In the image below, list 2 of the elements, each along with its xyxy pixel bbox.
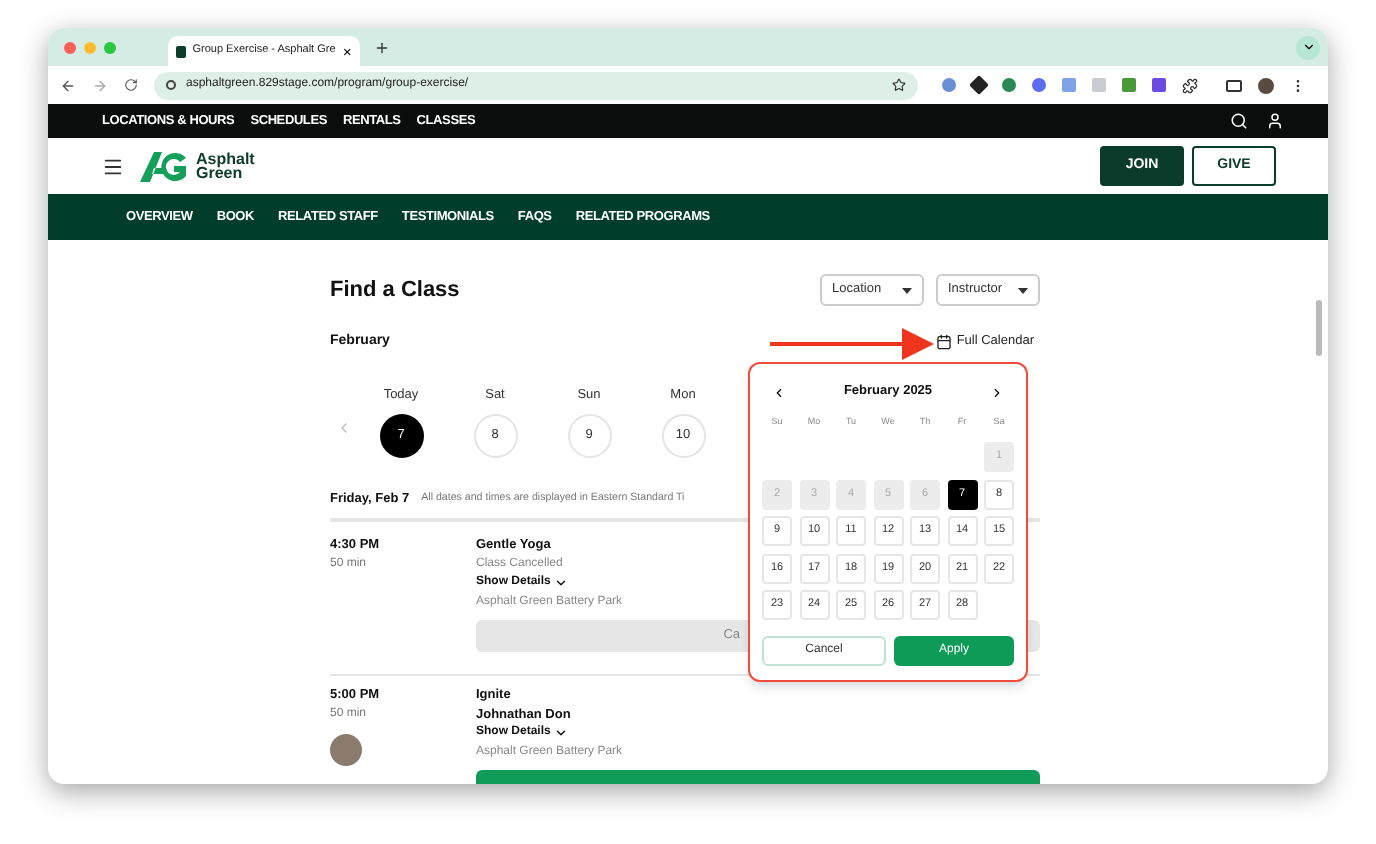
logo-text: Asphalt Green	[196, 151, 257, 181]
page-title: Find a Class	[330, 275, 460, 306]
